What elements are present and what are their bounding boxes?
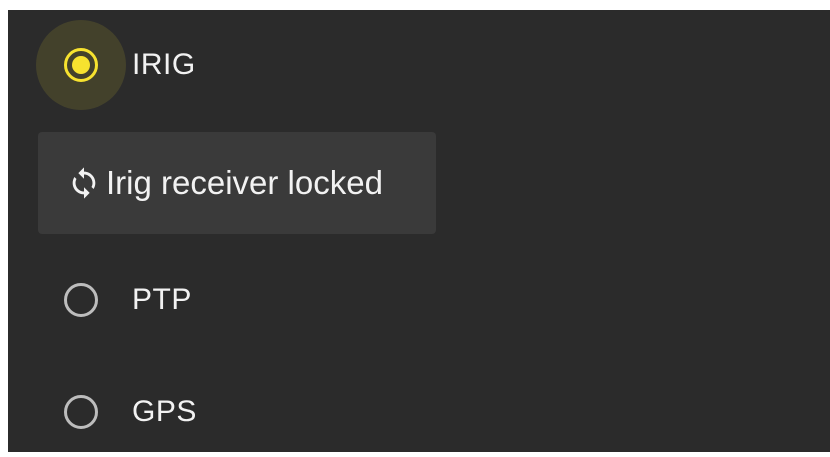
radio-button-ptp[interactable] bbox=[64, 283, 98, 317]
radio-option-gps[interactable]: GPS bbox=[8, 377, 197, 447]
radio-label-irig: IRIG bbox=[132, 48, 196, 81]
radio-button-irig[interactable] bbox=[64, 48, 98, 82]
radio-control-ptp[interactable] bbox=[36, 255, 126, 345]
status-chip: Irig receiver locked bbox=[38, 132, 436, 234]
radio-button-gps[interactable] bbox=[64, 395, 98, 429]
radio-control-irig[interactable] bbox=[36, 20, 126, 110]
radio-label-gps: GPS bbox=[132, 395, 197, 428]
status-text: Irig receiver locked bbox=[106, 164, 383, 201]
sync-icon bbox=[66, 165, 102, 201]
radio-selected-dot bbox=[72, 56, 90, 74]
radio-control-gps[interactable] bbox=[36, 367, 126, 457]
radio-label-ptp: PTP bbox=[132, 283, 192, 316]
radio-option-ptp[interactable]: PTP bbox=[8, 265, 192, 335]
timing-source-panel: IRIG Irig receiver locked PTP GPS bbox=[8, 10, 830, 452]
radio-option-irig[interactable]: IRIG bbox=[8, 20, 196, 110]
